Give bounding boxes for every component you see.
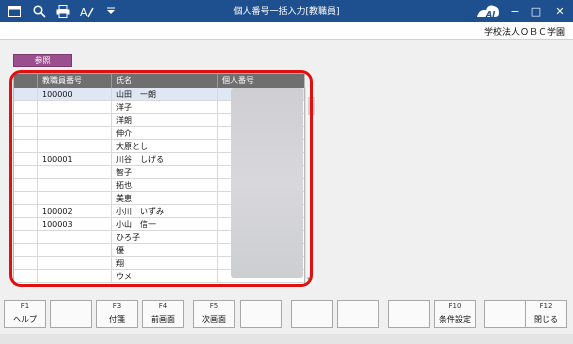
fkey-f10-button[interactable]: F10 条件設定 bbox=[434, 300, 476, 328]
company-header: 学校法人ＯＢＣ学園 bbox=[0, 22, 573, 40]
fkey-label: 条件設定 bbox=[439, 315, 471, 324]
fkey-f1-button[interactable]: F1 ヘルプ bbox=[4, 300, 46, 328]
fkey-number: F3 bbox=[112, 302, 122, 310]
fkey-label: ヘルプ bbox=[13, 315, 37, 324]
fkey-number: F5 bbox=[209, 302, 219, 310]
function-key-bar: F1 ヘルプ F3 付箋 F4 前画面 F5 次画面 F10 条件設定 F12 閉じる bbox=[0, 300, 573, 330]
fkey-label: 閉じる bbox=[534, 315, 558, 324]
highlight-annotation bbox=[9, 70, 313, 287]
fkey-f3-button[interactable]: F3 付箋 bbox=[96, 300, 138, 328]
fkey-empty-button[interactable] bbox=[484, 300, 526, 328]
fkey-label: 前画面 bbox=[151, 315, 175, 324]
ai-assistant-icon[interactable]: AI bbox=[475, 1, 501, 21]
ai-badge-label: AI bbox=[485, 10, 495, 19]
fkey-empty-button[interactable] bbox=[337, 300, 379, 328]
fkey-number: F1 bbox=[20, 302, 30, 310]
fkey-label: 付箋 bbox=[109, 315, 125, 324]
fkey-number: F12 bbox=[539, 302, 553, 310]
title-bar: A 個人番号一括入力[教職員] AI − □ ✕ bbox=[0, 0, 573, 22]
status-bar bbox=[0, 334, 573, 344]
fkey-number: F4 bbox=[158, 302, 168, 310]
close-button[interactable]: ✕ bbox=[549, 2, 571, 20]
fkey-f12-button[interactable]: F12 閉じる bbox=[525, 300, 567, 328]
fkey-empty-button[interactable] bbox=[388, 300, 430, 328]
fkey-f5-button[interactable]: F5 次画面 bbox=[193, 300, 235, 328]
fkey-empty-button[interactable] bbox=[240, 300, 282, 328]
fkey-empty-button[interactable] bbox=[50, 300, 92, 328]
fkey-empty-button[interactable] bbox=[291, 300, 333, 328]
fkey-f4-button[interactable]: F4 前画面 bbox=[142, 300, 184, 328]
maximize-button[interactable]: □ bbox=[525, 2, 547, 20]
fkey-label: 次画面 bbox=[202, 315, 226, 324]
minimize-button[interactable]: − bbox=[504, 2, 526, 20]
company-name: 学校法人ＯＢＣ学園 bbox=[483, 28, 565, 38]
reference-button[interactable]: 参照 bbox=[13, 54, 72, 67]
fkey-number: F10 bbox=[448, 302, 462, 310]
